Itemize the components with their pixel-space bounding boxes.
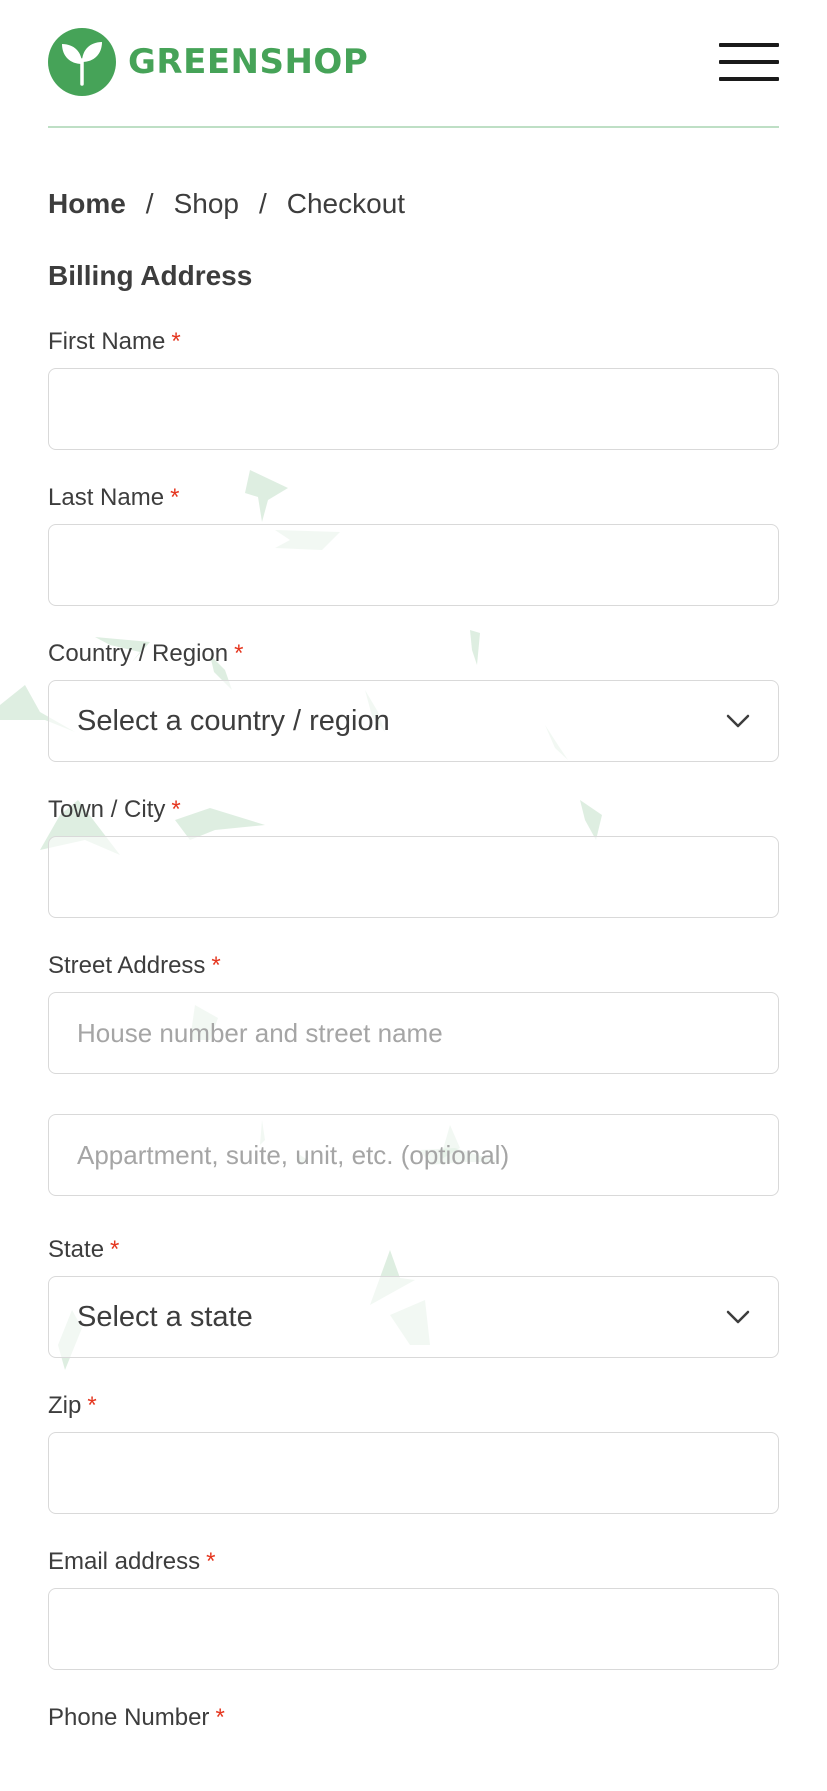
country-label: Country / Region * (48, 640, 779, 668)
breadcrumb-separator: / (145, 188, 154, 219)
first-name-label-text: First Name (48, 328, 166, 355)
breadcrumb-shop-link[interactable]: Shop (174, 188, 239, 220)
country-label-text: Country / Region (48, 640, 229, 667)
country-select[interactable]: Select a country / region (48, 680, 779, 762)
leaf-logo-icon (48, 28, 116, 96)
zip-input[interactable] (48, 1432, 779, 1514)
last-name-field: Last Name * (48, 484, 779, 606)
last-name-label: Last Name * (48, 484, 779, 512)
billing-address-title: Billing Address (48, 260, 253, 291)
required-marker: * (87, 1392, 97, 1419)
menu-bar (719, 43, 779, 47)
zip-field: Zip * (48, 1392, 779, 1514)
last-name-input[interactable] (48, 524, 779, 606)
street-address-field: Street Address * (48, 952, 779, 1196)
phone-label-text: Phone Number (48, 1704, 210, 1731)
checkout-page: GREENSHOP Home / Shop / Checkout Billing… (0, 0, 827, 1791)
town-field: Town / City * (48, 796, 779, 918)
menu-bar (719, 77, 779, 81)
phone-field: Phone Number * (48, 1704, 779, 1732)
required-marker: * (171, 796, 181, 823)
town-label-text: Town / City (48, 796, 166, 823)
breadcrumb-separator: / (258, 188, 267, 219)
brand-logo[interactable]: GREENSHOP (48, 28, 368, 96)
required-marker: * (215, 1704, 225, 1731)
town-input[interactable] (48, 836, 779, 918)
chevron-down-icon (726, 1310, 750, 1324)
breadcrumb-current: Checkout (286, 188, 406, 219)
required-marker: * (110, 1236, 120, 1263)
phone-label: Phone Number * (48, 1704, 779, 1732)
breadcrumb-home-link[interactable]: Home (48, 188, 126, 220)
town-label: Town / City * (48, 796, 779, 824)
breadcrumb: Home / Shop / Checkout (48, 188, 779, 220)
email-label-text: Email address (48, 1548, 201, 1575)
site-header: GREENSHOP (48, 0, 779, 128)
required-marker: * (170, 484, 180, 511)
menu-bar (719, 60, 779, 64)
state-field: State * Select a state (48, 1236, 779, 1358)
last-name-label-text: Last Name (48, 484, 165, 511)
state-select[interactable]: Select a state (48, 1276, 779, 1358)
zip-label: Zip * (48, 1392, 779, 1420)
first-name-label: First Name * (48, 328, 779, 356)
state-label: State * (48, 1236, 779, 1264)
street-address-label-text: Street Address (48, 952, 206, 979)
required-marker: * (171, 328, 181, 355)
required-marker: * (206, 1548, 216, 1575)
brand-name: GREENSHOP (128, 42, 369, 82)
required-marker: * (234, 640, 244, 667)
email-field: Email address * (48, 1548, 779, 1670)
zip-label-text: Zip (48, 1392, 82, 1419)
street-address-input[interactable] (48, 992, 779, 1074)
apartment-input[interactable] (48, 1114, 779, 1196)
first-name-field: First Name * (48, 328, 779, 450)
country-field: Country / Region * Select a country / reg… (48, 640, 779, 762)
first-name-input[interactable] (48, 368, 779, 450)
email-label: Email address * (48, 1548, 779, 1576)
state-select-value: Select a state (77, 1300, 253, 1333)
chevron-down-icon (726, 714, 750, 728)
state-label-text: State (48, 1236, 105, 1263)
street-address-label: Street Address * (48, 952, 779, 980)
email-input[interactable] (48, 1588, 779, 1670)
required-marker: * (211, 952, 221, 979)
hamburger-menu-icon[interactable] (719, 43, 779, 81)
country-select-value: Select a country / region (77, 704, 390, 737)
